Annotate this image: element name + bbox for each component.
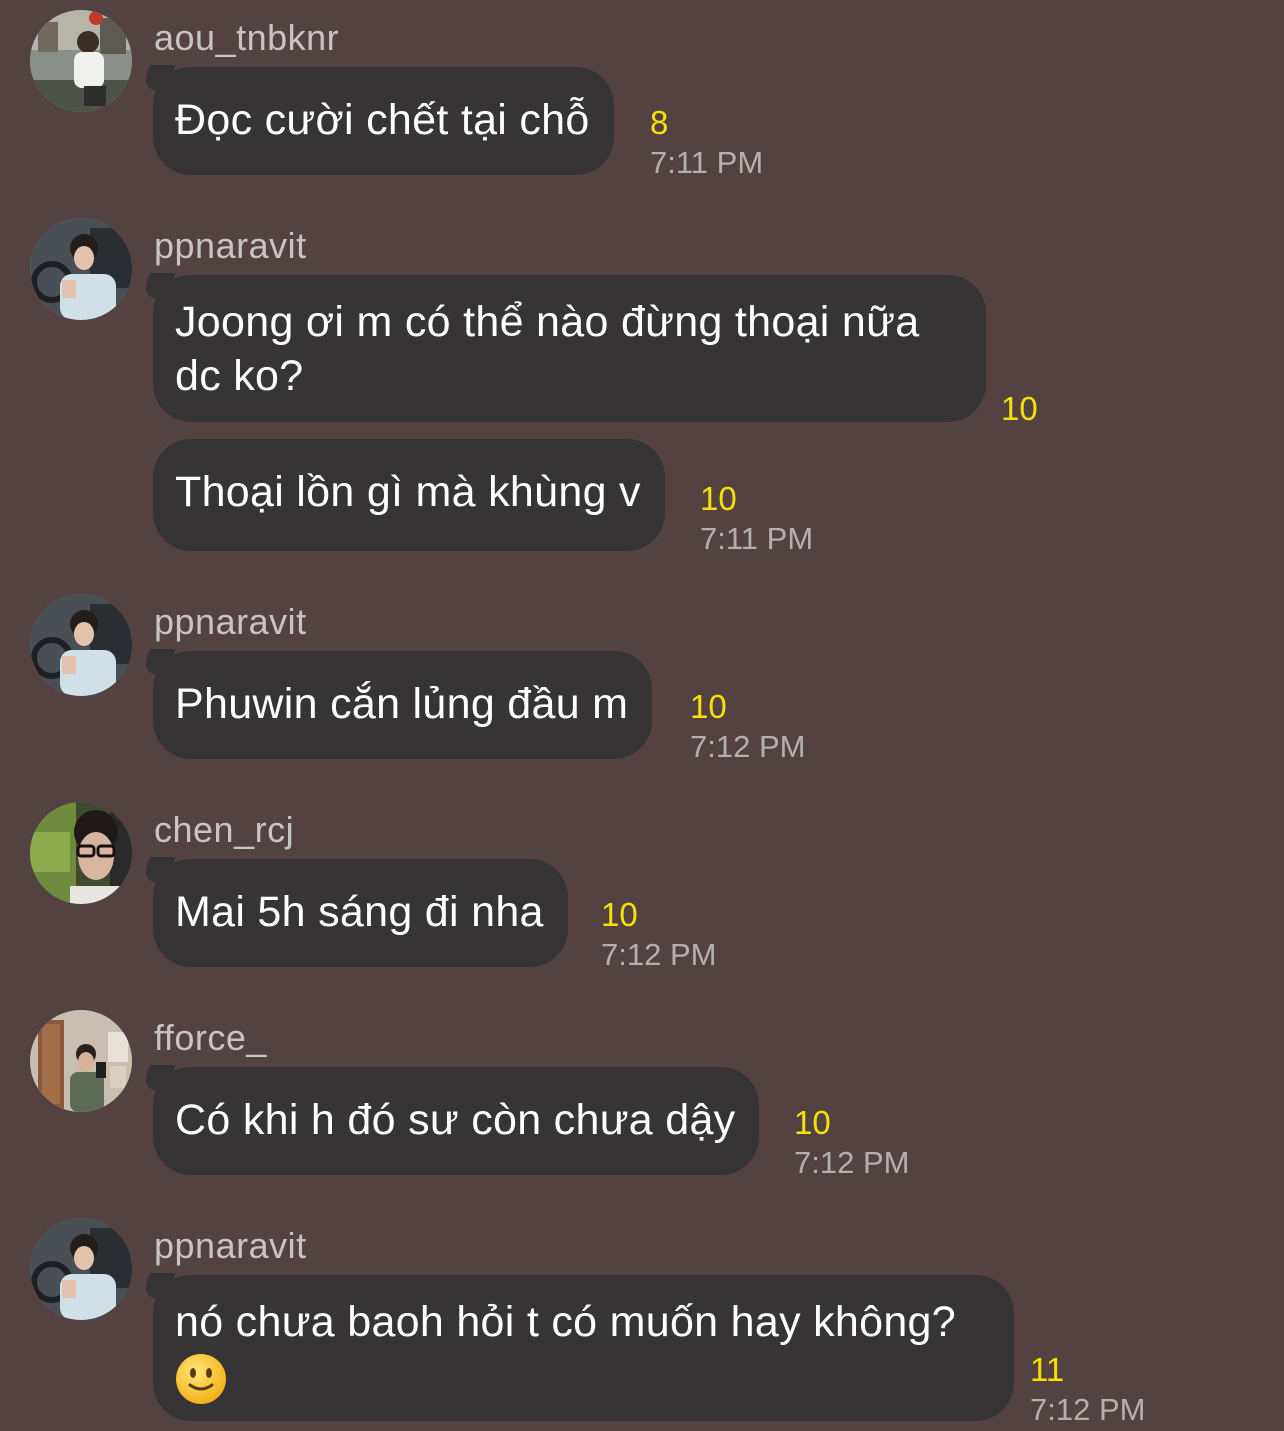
message-text: Phuwin cắn lủng đầu m [175, 680, 629, 728]
message-text: Mai 5h sáng đi nha [175, 888, 544, 936]
message-text: Có khi h đó sư còn chưa dậy [175, 1096, 736, 1144]
message-meta: 11 7:12 PM [1030, 1350, 1145, 1430]
sender-username[interactable]: ppnaravit [154, 1226, 307, 1266]
avatar[interactable] [30, 1010, 132, 1112]
sender-username[interactable]: fforce_ [154, 1018, 267, 1058]
message-bubble[interactable]: Đọc cười chết tại chỗ [153, 67, 614, 175]
read-count: 8 [650, 104, 669, 141]
message-meta: 10 7:12 PM [690, 687, 805, 767]
message-time: 7:12 PM [690, 729, 806, 764]
avatar[interactable] [30, 10, 132, 112]
read-count: 10 [690, 688, 727, 725]
read-count: 10 [794, 1104, 831, 1141]
sender-username[interactable]: chen_rcj [154, 810, 294, 850]
avatar[interactable] [30, 1218, 132, 1320]
message-time: 7:11 PM [700, 521, 814, 556]
chat-message-list[interactable]: aou_tnbknr Đọc cười chết tại chỗ 8 7:11 … [0, 0, 1284, 1431]
message-time: 7:12 PM [601, 937, 717, 972]
message-bubble[interactable]: nó chưa baoh hỏi t có muốn hay không? [153, 1275, 1014, 1421]
message-meta: 10 7:12 PM [794, 1103, 909, 1183]
avatar[interactable] [30, 802, 132, 904]
message-time: 7:12 PM [1030, 1392, 1146, 1427]
message-bubble[interactable]: Phuwin cắn lủng đầu m [153, 651, 653, 759]
sender-username[interactable]: aou_tnbknr [154, 18, 339, 58]
message-text: Thoại lồn gì mà khùng v [175, 468, 641, 516]
avatar-photo-icon [30, 1010, 132, 1112]
avatar[interactable] [30, 218, 132, 320]
avatar-photo-icon [30, 594, 132, 696]
message-bubble[interactable]: Mai 5h sáng đi nha [153, 859, 568, 967]
sender-username[interactable]: ppnaravit [154, 602, 307, 642]
message-bubble[interactable]: Joong ơi m có thể nào đừng thoại nữa dc … [153, 275, 986, 422]
slightly-smiling-face-emoji-icon [176, 1353, 226, 1404]
read-count: 10 [601, 896, 638, 933]
message-meta: 8 7:11 PM [650, 103, 763, 183]
message-bubble[interactable]: Có khi h đó sư còn chưa dậy [153, 1067, 760, 1175]
message-meta: 10 7:12 PM [601, 895, 716, 975]
read-count: 11 [1030, 1351, 1065, 1388]
message-bubble[interactable]: Thoại lồn gì mà khùng v [153, 439, 665, 551]
message-text-line: nó chưa baoh hỏi t có muốn hay không? [175, 1298, 956, 1346]
message-time: 7:12 PM [794, 1145, 910, 1180]
avatar-photo-icon [30, 10, 132, 112]
message-meta: 10 7:11 PM [700, 479, 813, 559]
message-text-line: Joong ơi m có thể nào đừng thoại nữa [175, 298, 920, 346]
message-text-line: dc ko? [175, 352, 304, 400]
avatar-photo-icon [30, 218, 132, 320]
avatar-photo-icon [30, 802, 132, 904]
message-meta: 10 [1001, 389, 1038, 429]
avatar[interactable] [30, 594, 132, 696]
message-emoji-line [175, 1349, 990, 1405]
read-count: 10 [1001, 390, 1038, 427]
sender-username[interactable]: ppnaravit [154, 226, 307, 266]
message-text: Đọc cười chết tại chỗ [175, 96, 590, 144]
message-time: 7:11 PM [650, 145, 764, 180]
avatar-photo-icon [30, 1218, 132, 1320]
read-count: 10 [700, 480, 737, 517]
